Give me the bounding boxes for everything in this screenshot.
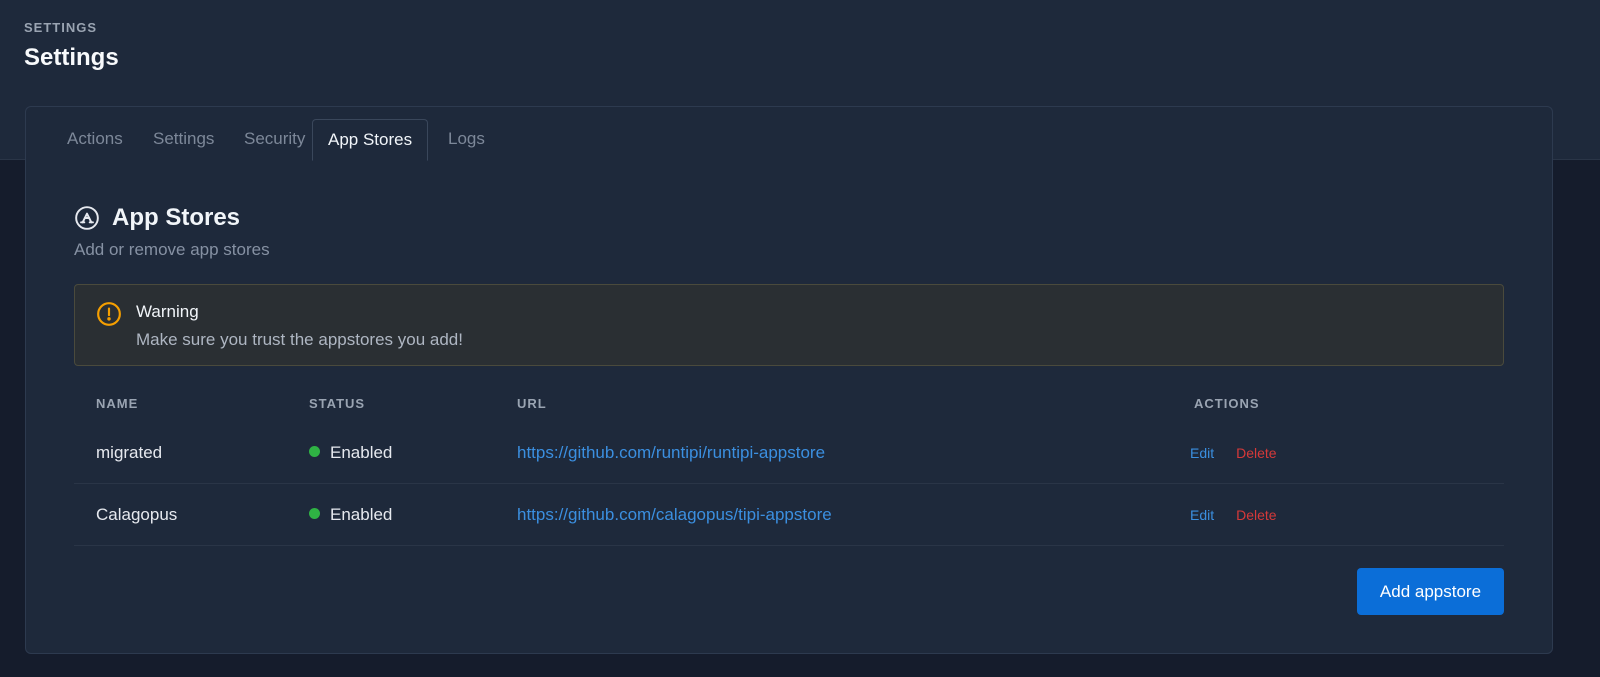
- warning-message: Make sure you trust the appstores you ad…: [136, 330, 463, 349]
- add-appstore-button[interactable]: Add appstore: [1357, 568, 1504, 615]
- tab-app-stores[interactable]: App Stores: [312, 119, 429, 161]
- appstore-url-link[interactable]: https://github.com/runtipi/runtipi-appst…: [517, 443, 825, 462]
- appstores-table: NAME STATUS URL ACTIONS migrated Enabled…: [74, 382, 1504, 546]
- table-row: Calagopus Enabled https://github.com/cal…: [74, 484, 1504, 546]
- tab-actions[interactable]: Actions: [52, 119, 138, 161]
- status-label: Enabled: [330, 443, 393, 462]
- row-actions: Edit Delete: [1190, 422, 1277, 484]
- appstore-name: migrated: [96, 443, 163, 462]
- status-dot-icon: [309, 446, 320, 458]
- appstore-url-cell: https://github.com/calagopus/tipi-appsto…: [517, 484, 832, 546]
- alert-circle-icon: [97, 302, 121, 326]
- page-pretitle: SETTINGS: [24, 20, 98, 35]
- appstore-url-link[interactable]: https://github.com/calagopus/tipi-appsto…: [517, 505, 832, 524]
- edit-button[interactable]: Edit: [1190, 445, 1214, 461]
- page-title: Settings: [24, 44, 119, 71]
- section-title: App Stores: [112, 204, 241, 231]
- delete-button[interactable]: Delete: [1236, 445, 1276, 461]
- column-header-status: STATUS: [309, 396, 366, 411]
- status-dot-icon: [309, 508, 320, 520]
- row-actions: Edit Delete: [1190, 484, 1277, 546]
- warning-title: Warning: [136, 302, 199, 321]
- section-header: App Stores: [74, 201, 240, 235]
- tab-security[interactable]: Security: [229, 119, 320, 161]
- column-header-name: NAME: [96, 396, 139, 411]
- tab-logs[interactable]: Logs: [433, 119, 500, 161]
- warning-alert: Warning Make sure you trust the appstore…: [74, 284, 1504, 366]
- column-header-actions: ACTIONS: [1194, 396, 1260, 411]
- settings-card: Actions Settings Security App Stores Log…: [25, 106, 1553, 654]
- settings-tabs: Actions Settings Security App Stores Log…: [26, 107, 1552, 161]
- app-store-icon: [75, 206, 99, 230]
- appstore-name: Calagopus: [96, 505, 178, 524]
- column-header-url: URL: [517, 396, 547, 411]
- status-label: Enabled: [330, 505, 393, 524]
- appstore-status: Enabled: [309, 484, 392, 546]
- edit-button[interactable]: Edit: [1190, 507, 1214, 523]
- section-subtitle: Add or remove app stores: [74, 240, 270, 259]
- tab-settings[interactable]: Settings: [138, 119, 229, 161]
- appstore-status: Enabled: [309, 422, 392, 484]
- table-header: NAME STATUS URL ACTIONS: [74, 382, 1504, 422]
- delete-button[interactable]: Delete: [1236, 507, 1276, 523]
- appstore-url-cell: https://github.com/runtipi/runtipi-appst…: [517, 422, 825, 484]
- table-row: migrated Enabled https://github.com/runt…: [74, 422, 1504, 484]
